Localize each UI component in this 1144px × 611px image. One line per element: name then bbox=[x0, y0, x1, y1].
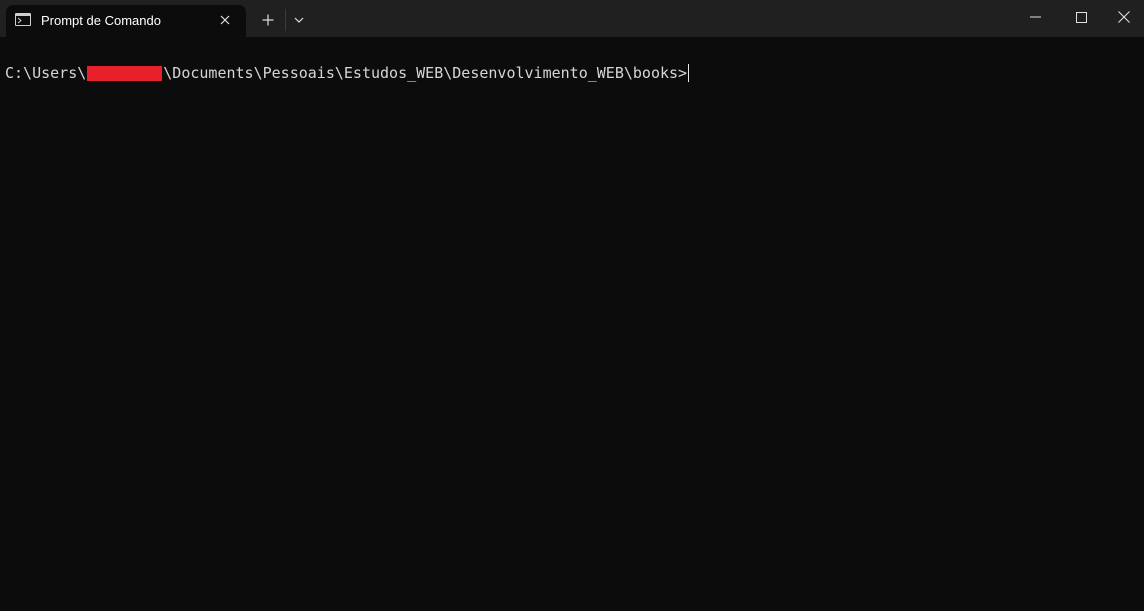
prompt-path-prefix: C:\Users\ bbox=[5, 64, 87, 82]
minimize-icon bbox=[1029, 16, 1041, 18]
title-bar: Prompt de Comando bbox=[0, 0, 1144, 37]
plus-icon bbox=[262, 14, 274, 26]
close-icon bbox=[1118, 11, 1130, 23]
text-cursor bbox=[688, 64, 690, 82]
prompt-path-suffix: \Documents\Pessoais\Estudos_WEB\Desenvol… bbox=[163, 64, 688, 82]
tab-dropdown-button[interactable] bbox=[288, 8, 310, 32]
terminal-icon bbox=[15, 13, 31, 26]
terminal-window: Prompt de Comando C:\Users\ \Documents\P… bbox=[0, 0, 1144, 611]
command-prompt-line: C:\Users\ \Documents\Pessoais\Estudos_WEB… bbox=[5, 63, 690, 83]
minimize-button[interactable] bbox=[1012, 0, 1058, 34]
tab-close-button[interactable] bbox=[214, 10, 236, 30]
maximize-button[interactable] bbox=[1058, 0, 1104, 34]
tab-separator bbox=[285, 9, 286, 31]
terminal-area[interactable]: C:\Users\ \Documents\Pessoais\Estudos_WEB… bbox=[0, 37, 1144, 611]
new-tab-button[interactable] bbox=[254, 8, 282, 32]
maximize-icon bbox=[1075, 11, 1087, 23]
redacted-username bbox=[87, 65, 163, 81]
tab-title: Prompt de Comando bbox=[41, 13, 161, 28]
tab-prompt-de-comando[interactable]: Prompt de Comando bbox=[6, 5, 246, 37]
chevron-down-icon bbox=[294, 17, 304, 23]
window-close-button[interactable] bbox=[1104, 0, 1144, 34]
close-icon bbox=[220, 15, 230, 25]
